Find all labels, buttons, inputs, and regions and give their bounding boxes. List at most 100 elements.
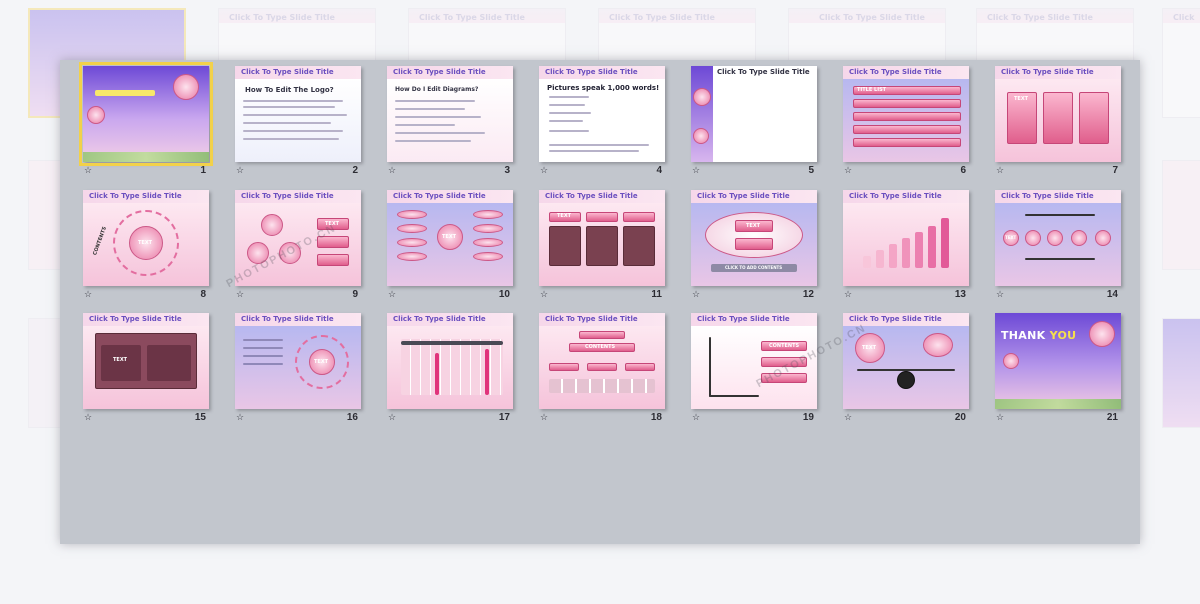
- box-label: CONTENTS: [585, 344, 616, 350]
- slide-thumbnail-4[interactable]: Click To Type Slide Title Pictures speak…: [539, 66, 665, 162]
- bg-thumb: Click: [1162, 8, 1200, 118]
- star-icon: ☆: [692, 412, 701, 422]
- firework-graphic: [1089, 321, 1115, 347]
- star-icon: ☆: [844, 165, 853, 175]
- star-icon: ☆: [388, 289, 397, 299]
- slide-number: 20: [954, 412, 966, 423]
- slide-thumbnail-21[interactable]: THANK YOU: [995, 313, 1121, 409]
- star-icon: ☆: [236, 289, 245, 299]
- slide-thumbnail-17[interactable]: Click To Type Slide Title: [387, 313, 513, 409]
- slide-title: Click To Type Slide Title: [241, 192, 334, 200]
- slide-title: Click To Type Slide Title: [545, 315, 638, 323]
- slide-number: 3: [504, 165, 510, 176]
- firework-graphic: [1003, 353, 1019, 369]
- list-label: TITLE LIST: [857, 87, 887, 93]
- slide-number: 16: [346, 412, 358, 423]
- slide-thumbnail-5[interactable]: Click To Type Slide Title: [691, 66, 817, 162]
- slide-number: 13: [954, 289, 966, 300]
- star-icon: ☆: [84, 412, 93, 422]
- slide-number: 12: [802, 289, 814, 300]
- slide-thumbnail-15[interactable]: Click To Type Slide Title TEXT: [83, 313, 209, 409]
- slide-thumbnail-14[interactable]: Click To Type Slide Title TEXT: [995, 190, 1121, 286]
- slide-thumbnail-7[interactable]: Click To Type Slide Title TEXT: [995, 66, 1121, 162]
- slide-thumbnail-2[interactable]: Click To Type Slide Title How To Edit Th…: [235, 66, 361, 162]
- slide-number: 4: [656, 165, 662, 176]
- star-icon: ☆: [388, 165, 397, 175]
- slide-number: 18: [650, 412, 662, 423]
- star-icon: ☆: [84, 165, 93, 175]
- slide-title: Click To Type Slide Title: [545, 68, 638, 76]
- thank-you-heading: THANK YOU: [1001, 329, 1077, 342]
- slide-heading: How To Edit The Logo?: [245, 86, 334, 94]
- bg-thumb: [1162, 160, 1200, 270]
- slide-title: Click To Type Slide Title: [717, 68, 810, 76]
- slide-number: 15: [194, 412, 206, 423]
- slide-title: Click To Type Slide Title: [697, 192, 790, 200]
- firework-graphic: [693, 128, 709, 144]
- slide-number: 14: [1106, 289, 1118, 300]
- slide-number: 7: [1112, 165, 1118, 176]
- slide-title: Click To Type Slide Title: [241, 315, 334, 323]
- slide-thumbnail-8[interactable]: Click To Type Slide Title TEXT CONTENTS: [83, 190, 209, 286]
- slide-thumbnail-11[interactable]: Click To Type Slide Title TEXT: [539, 190, 665, 286]
- slide-number: 11: [651, 289, 662, 300]
- slide-thumbnail-13[interactable]: Click To Type Slide Title: [843, 190, 969, 286]
- star-icon: ☆: [388, 412, 397, 422]
- slide-title: Click To Type Slide Title: [849, 315, 942, 323]
- slide-title: Click To Type Slide Title: [89, 315, 182, 323]
- box-label: CONTENTS: [769, 343, 800, 349]
- star-icon: ☆: [236, 412, 245, 422]
- slide-number: 17: [498, 412, 510, 423]
- grass-decoration: [83, 152, 209, 162]
- box-label: TEXT: [325, 221, 340, 227]
- slide-thumbnail-6[interactable]: Click To Type Slide Title TITLE LIST: [843, 66, 969, 162]
- box-label: TEXT: [746, 223, 761, 229]
- star-icon: ☆: [844, 412, 853, 422]
- slide-title: Click To Type Slide Title: [849, 192, 942, 200]
- slide-number: 8: [200, 289, 206, 300]
- star-icon: ☆: [996, 289, 1005, 299]
- star-icon: ☆: [540, 289, 549, 299]
- slide-footer: CLICK TO ADD CONTENTS: [725, 265, 783, 270]
- center-label: TEXT: [314, 359, 329, 365]
- firework-graphic: [693, 88, 711, 106]
- slide-thumbnail-10[interactable]: Click To Type Slide Title TEXT: [387, 190, 513, 286]
- slide-thumbnail-3[interactable]: Click To Type Slide Title How Do I Edit …: [387, 66, 513, 162]
- box-label: TEXT: [862, 345, 877, 351]
- slide-thumbnail-18[interactable]: Click To Type Slide Title CONTENTS: [539, 313, 665, 409]
- star-icon: ☆: [540, 412, 549, 422]
- slide-title: Click To Type Slide Title: [1001, 192, 1094, 200]
- slide-title: Click To Type Slide Title: [1001, 68, 1094, 76]
- star-icon: ☆: [84, 289, 93, 299]
- star-icon: ☆: [996, 165, 1005, 175]
- box-label: TEXT: [1014, 96, 1029, 102]
- slide-thumbnail-20[interactable]: Click To Type Slide Title TEXT: [843, 313, 969, 409]
- star-icon: ☆: [996, 412, 1005, 422]
- slide-number: 6: [960, 165, 966, 176]
- slide-heading: Pictures speak 1,000 words!: [547, 84, 660, 92]
- box-label: TEXT: [557, 213, 572, 219]
- bg-thumb: [1162, 318, 1200, 428]
- slide-heading: How Do I Edit Diagrams?: [395, 86, 479, 93]
- slide-number: 9: [352, 289, 358, 300]
- slide-thumbnail-12[interactable]: Click To Type Slide Title TEXT CLICK TO …: [691, 190, 817, 286]
- slide-number: 10: [498, 289, 510, 300]
- star-icon: ☆: [692, 165, 701, 175]
- slide-title: Click To Type Slide Title: [393, 68, 486, 76]
- star-icon: ☆: [540, 165, 549, 175]
- slide-thumbnail-1[interactable]: [79, 62, 213, 166]
- slide-number: 19: [802, 412, 814, 423]
- slide-thumbnail-16[interactable]: Click To Type Slide Title TEXT: [235, 313, 361, 409]
- slide-number: 21: [1106, 412, 1118, 423]
- slide-thumbnail-19[interactable]: Click To Type Slide Title CONTENTS: [691, 313, 817, 409]
- slide-title: Click To Type Slide Title: [393, 315, 486, 323]
- slide-number: 1: [200, 165, 206, 176]
- slide-sorter-panel[interactable]: ☆ 1 Click To Type Slide Title How To Edi…: [60, 60, 1140, 544]
- firework-graphic: [173, 74, 199, 100]
- slide-title: Click To Type Slide Title: [849, 68, 942, 76]
- slide-thumbnail-9[interactable]: Click To Type Slide Title TEXT: [235, 190, 361, 286]
- center-label: TEXT: [138, 240, 153, 246]
- center-label: TEXT: [442, 234, 457, 240]
- firework-graphic: [87, 106, 105, 124]
- grass-decoration: [995, 399, 1121, 409]
